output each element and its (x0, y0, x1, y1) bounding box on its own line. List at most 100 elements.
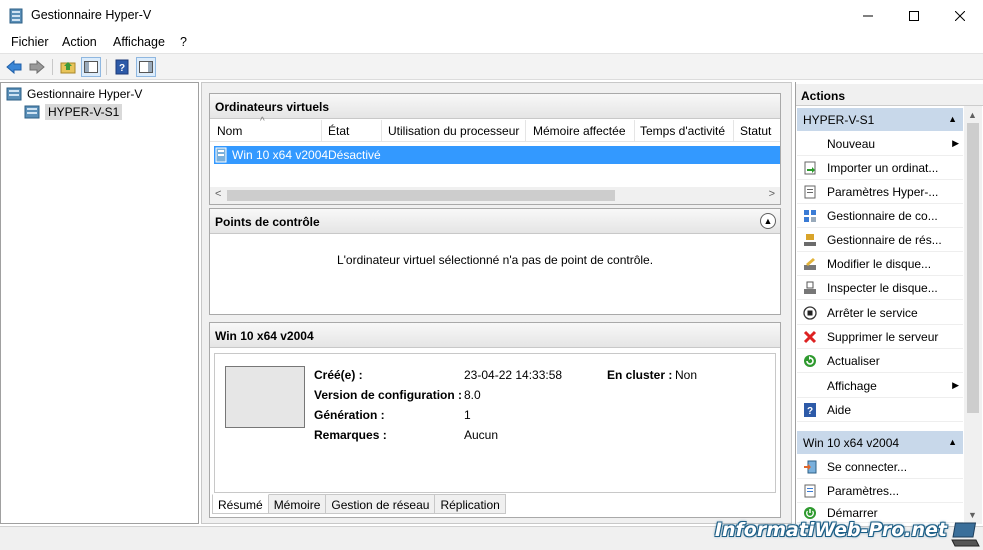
action-group-vm[interactable]: Win 10 x64 v2004 ▲ (797, 430, 963, 454)
action-stop-service[interactable]: Arrêter le service (797, 301, 963, 325)
action-group-server[interactable]: HYPER-V-S1 ▲ (797, 107, 963, 131)
action-hyperv-settings[interactable]: Paramètres Hyper-... (797, 180, 963, 204)
refresh-icon (802, 353, 818, 369)
server-icon (24, 105, 40, 119)
action-label: Modifier le disque... (827, 256, 932, 271)
action-import-vm[interactable]: Importer un ordinat... (797, 156, 963, 180)
generation-label: Génération : (314, 408, 385, 422)
tree-root[interactable]: Gestionnaire Hyper-V (6, 86, 142, 102)
column-separator (381, 120, 382, 142)
actions-vscrollbar[interactable]: ▲ ▼ (964, 106, 982, 524)
scroll-up-icon[interactable]: ▲ (968, 110, 977, 120)
title-bar: Gestionnaire Hyper-V (0, 0, 983, 31)
action-label: Affichage (827, 378, 877, 393)
virtual-machines-section: Ordinateurs virtuels Nom ^ État Utilisat… (209, 93, 781, 205)
help-book-icon: ? (802, 402, 818, 418)
notes-value: Aucun (464, 428, 499, 442)
vm-details-section: Win 10 x64 v2004 Créé(e) : 23-04-22 14:3… (209, 322, 781, 518)
notes-label: Remarques : (314, 428, 387, 442)
group-label: Win 10 x64 v2004 (803, 436, 900, 450)
delete-x-icon (802, 329, 818, 345)
action-label: Gestionnaire de rés... (827, 232, 942, 247)
menu-fichier[interactable]: Fichier (11, 35, 49, 49)
menu-affichage[interactable]: Affichage (113, 35, 165, 49)
watermark-laptop-icon (951, 522, 980, 547)
col-status[interactable]: Statut (740, 124, 771, 138)
action-view[interactable]: Affichage ▶ (797, 374, 963, 398)
actions-pane: Actions HYPER-V-S1 ▲ Nouveau ▶ Importer … (795, 82, 983, 524)
action-switch-manager[interactable]: Gestionnaire de co... (797, 204, 963, 228)
watermark-text: InformatiWeb-Pro.net (714, 519, 947, 541)
vm-row[interactable]: Win 10 x64 v2004 Désactivé (214, 146, 780, 164)
column-separator (733, 120, 734, 142)
menu-action[interactable]: Action (62, 35, 97, 49)
no-checkpoint-message: L'ordinateur virtuel sélectionné n'a pas… (336, 253, 654, 267)
action-remove-server[interactable]: Supprimer le serveur (797, 325, 963, 349)
action-connect[interactable]: Se connecter... (797, 455, 963, 479)
vm-list-hscrollbar[interactable]: < > (210, 187, 780, 204)
toolbar: ? (0, 53, 983, 80)
config-version-label: Version de configuration : (314, 388, 463, 402)
cluster-label: En cluster : (607, 368, 673, 382)
tree-item-hyper-v-s1[interactable]: HYPER-V-S1 (24, 104, 123, 120)
help-button[interactable]: ? (112, 57, 132, 77)
hyperv-manager-icon (6, 87, 22, 101)
menu-bar: Fichier Action Affichage ? (0, 31, 983, 53)
menu-help[interactable]: ? (180, 35, 187, 49)
tab-network[interactable]: Gestion de réseau (326, 494, 436, 514)
action-nouveau[interactable]: Nouveau ▶ (797, 132, 963, 156)
tab-replication[interactable]: Réplication (435, 494, 506, 514)
network-switch-icon (802, 208, 818, 224)
connect-icon (802, 459, 818, 475)
submenu-arrow-icon: ▶ (952, 380, 959, 390)
checkpoints-header: Points de contrôle ▲ (210, 209, 780, 234)
toolbar-separator (106, 59, 107, 75)
action-refresh[interactable]: Actualiser (797, 349, 963, 373)
action-label: Importer un ordinat... (827, 160, 939, 175)
vm-state: Désactivé (328, 148, 381, 162)
column-separator (321, 120, 322, 142)
close-button[interactable] (937, 0, 983, 31)
col-cpu[interactable]: Utilisation du processeur (388, 124, 519, 138)
created-label: Créé(e) : (314, 368, 363, 382)
action-san-manager[interactable]: Gestionnaire de rés... (797, 228, 963, 252)
action-label: Aide (827, 402, 852, 417)
scroll-thumb[interactable] (227, 190, 615, 201)
col-nom[interactable]: Nom (217, 124, 242, 138)
scroll-left-icon[interactable]: < (215, 188, 221, 200)
up-folder-button[interactable] (58, 57, 78, 77)
col-uptime[interactable]: Temps d'activité (640, 124, 725, 138)
back-button[interactable] (4, 57, 24, 77)
column-separator (525, 120, 526, 142)
action-label: Arrêter le service (827, 305, 918, 320)
tab-memoire[interactable]: Mémoire (268, 494, 327, 514)
window-title: Gestionnaire Hyper-V (31, 8, 152, 22)
scroll-down-icon[interactable]: ▼ (968, 510, 977, 520)
tree-item-label: HYPER-V-S1 (45, 104, 123, 120)
maximize-button[interactable] (891, 0, 937, 31)
svg-text:?: ? (807, 406, 813, 417)
col-etat[interactable]: État (328, 124, 349, 138)
details-tabs: Résumé Mémoire Gestion de réseau Réplica… (212, 494, 506, 514)
action-edit-disk[interactable]: Modifier le disque... (797, 252, 963, 276)
config-version-value: 8.0 (464, 388, 481, 402)
action-vm-settings[interactable]: Paramètres... (797, 479, 963, 503)
vm-settings-icon (802, 483, 818, 499)
show-hide-tree-button[interactable] (81, 57, 101, 77)
minimize-button[interactable] (845, 0, 891, 31)
edit-disk-icon (802, 256, 818, 272)
tree-root-label: Gestionnaire Hyper-V (27, 87, 143, 101)
action-help[interactable]: ? Aide (797, 398, 963, 422)
sort-ascending-icon: ^ (260, 116, 265, 127)
vm-thumbnail[interactable] (225, 366, 305, 428)
action-inspect-disk[interactable]: Inspecter le disque... (797, 276, 963, 300)
scroll-right-icon[interactable]: > (769, 188, 775, 200)
scroll-thumb[interactable] (967, 123, 979, 413)
forward-button[interactable] (27, 57, 47, 77)
submenu-arrow-icon: ▶ (952, 138, 959, 148)
collapse-button[interactable]: ▲ (760, 213, 776, 229)
show-hide-action-pane-button[interactable] (136, 57, 156, 77)
chevron-up-icon: ▲ (763, 216, 773, 226)
col-memory[interactable]: Mémoire affectée (533, 124, 626, 138)
tab-resume[interactable]: Résumé (212, 494, 269, 514)
